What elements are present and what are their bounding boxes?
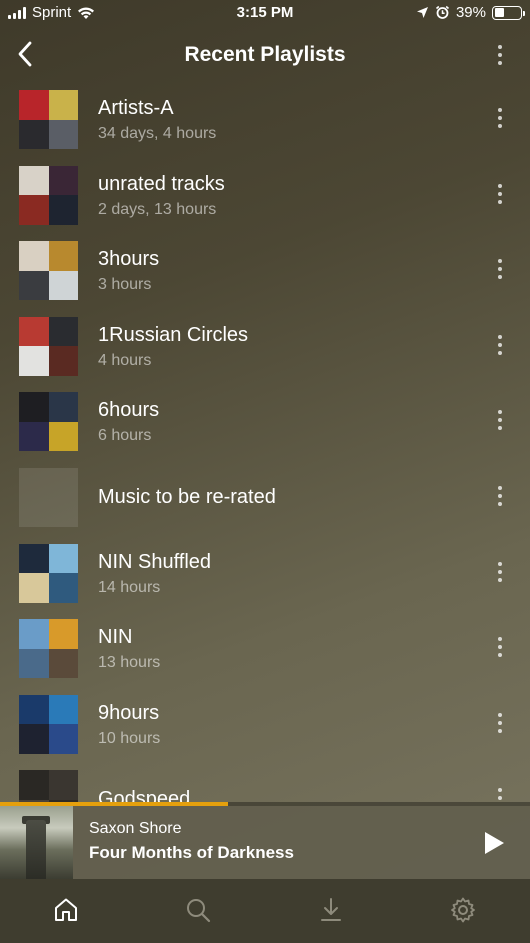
playlist-title: NIN xyxy=(98,626,133,649)
play-button[interactable] xyxy=(482,830,506,856)
signal-icon xyxy=(8,6,26,19)
header: Recent Playlists xyxy=(0,34,530,76)
playlist-more-button[interactable] xyxy=(492,105,508,131)
playlist-duration: 34 days, 4 hours xyxy=(98,125,217,142)
playlist-list[interactable]: Artists-A 34 days, 4 hours unrated tracks 2… xyxy=(0,80,530,802)
playlist-artwork xyxy=(19,392,78,452)
playlist-duration: 13 hours xyxy=(98,654,161,672)
wifi-icon xyxy=(78,6,95,19)
playlist-more-button[interactable] xyxy=(492,181,508,207)
playlist-row[interactable]: 6hours 6 hours xyxy=(0,382,530,458)
playlist-artwork xyxy=(19,543,78,603)
battery-percent: 39% xyxy=(455,4,486,21)
playlist-title: Godspeed xyxy=(98,788,191,802)
playlist-duration: 6 hours xyxy=(98,427,152,445)
playlist-duration: 4 hours xyxy=(98,351,152,369)
battery-icon xyxy=(492,5,525,20)
playlist-more-button[interactable] xyxy=(492,710,508,736)
playlist-row[interactable]: 1Russian Circles 4 hours xyxy=(0,307,530,383)
page-title: Recent Playlists xyxy=(184,43,346,66)
search-icon xyxy=(187,899,211,923)
mini-player[interactable]: Saxon Shore Four Months of Darkness xyxy=(0,806,530,879)
chevron-left-icon xyxy=(18,41,32,67)
download-icon xyxy=(321,898,341,921)
playlist-more-button[interactable] xyxy=(492,332,508,358)
playlist-duration: 2 days, 13 hours xyxy=(98,200,217,218)
tab-search[interactable] xyxy=(183,895,213,925)
playlist-title: 1Russian Circles xyxy=(98,323,249,346)
playlist-duration: 3 hours xyxy=(98,276,152,294)
location-arrow-icon xyxy=(416,7,428,18)
playlist-row[interactable]: Artists-A 34 days, 4 hours xyxy=(0,80,530,156)
playlist-artwork xyxy=(19,619,78,679)
battery-fill xyxy=(494,8,505,17)
playlist-artwork xyxy=(19,694,78,754)
playlist-duration: 14 hours xyxy=(98,578,161,596)
tab-settings[interactable] xyxy=(448,895,478,925)
playlist-artwork xyxy=(19,316,78,376)
playlist-artwork xyxy=(19,90,78,149)
back-button[interactable] xyxy=(10,38,40,70)
now-playing-artwork[interactable] xyxy=(0,806,73,879)
playlist-artwork xyxy=(19,241,78,301)
tab-downloads[interactable] xyxy=(316,895,346,925)
playlist-title: unrated tracks xyxy=(98,172,225,195)
playlist-more-button[interactable] xyxy=(492,785,508,802)
playlist-row[interactable]: Godspeed xyxy=(0,760,530,802)
tab-bar xyxy=(0,879,530,943)
playlist-title: Artists-A xyxy=(98,97,174,119)
playlist-title: NIN Shuffled xyxy=(98,550,212,573)
now-playing-title: Four Months of Darkness xyxy=(89,843,294,862)
header-more-button[interactable] xyxy=(492,42,508,68)
playlist-title: 6hours xyxy=(98,399,160,422)
play-icon xyxy=(485,832,504,854)
status-left: Sprint xyxy=(8,4,95,21)
playlist-more-button[interactable] xyxy=(492,634,508,660)
playlist-row[interactable]: NIN 13 hours xyxy=(0,609,530,685)
playlist-artwork xyxy=(19,770,78,802)
gear-icon xyxy=(451,897,475,923)
playlist-more-button[interactable] xyxy=(492,559,508,585)
playlist-row[interactable]: Music to be re-rated xyxy=(0,458,530,534)
now-playing-artist: Saxon Shore xyxy=(89,820,182,837)
playlist-artwork xyxy=(19,468,78,527)
playlist-more-button[interactable] xyxy=(492,407,508,433)
playlist-duration: 10 hours xyxy=(98,729,161,747)
playlist-artwork xyxy=(19,165,78,225)
carrier-label: Sprint xyxy=(32,4,72,21)
status-right: 39% xyxy=(416,4,525,21)
playlist-title: 9hours xyxy=(98,701,160,724)
playlist-more-button[interactable] xyxy=(492,256,508,282)
playlist-row[interactable]: NIN Shuffled 14 hours xyxy=(0,534,530,610)
tab-home[interactable] xyxy=(51,895,81,925)
playlist-row[interactable]: unrated tracks 2 days, 13 hours xyxy=(0,156,530,232)
playlist-title: Music to be re-rated xyxy=(98,486,276,508)
playlist-row[interactable]: 3hours 3 hours xyxy=(0,231,530,307)
alarm-icon xyxy=(435,5,449,19)
status-bar: Sprint 3:15 PM 39% xyxy=(0,0,530,28)
playlist-title: 3hours xyxy=(98,248,160,271)
home-icon xyxy=(55,898,77,921)
playlist-more-button[interactable] xyxy=(492,483,508,509)
playlist-row[interactable]: 9hours 10 hours xyxy=(0,685,530,761)
